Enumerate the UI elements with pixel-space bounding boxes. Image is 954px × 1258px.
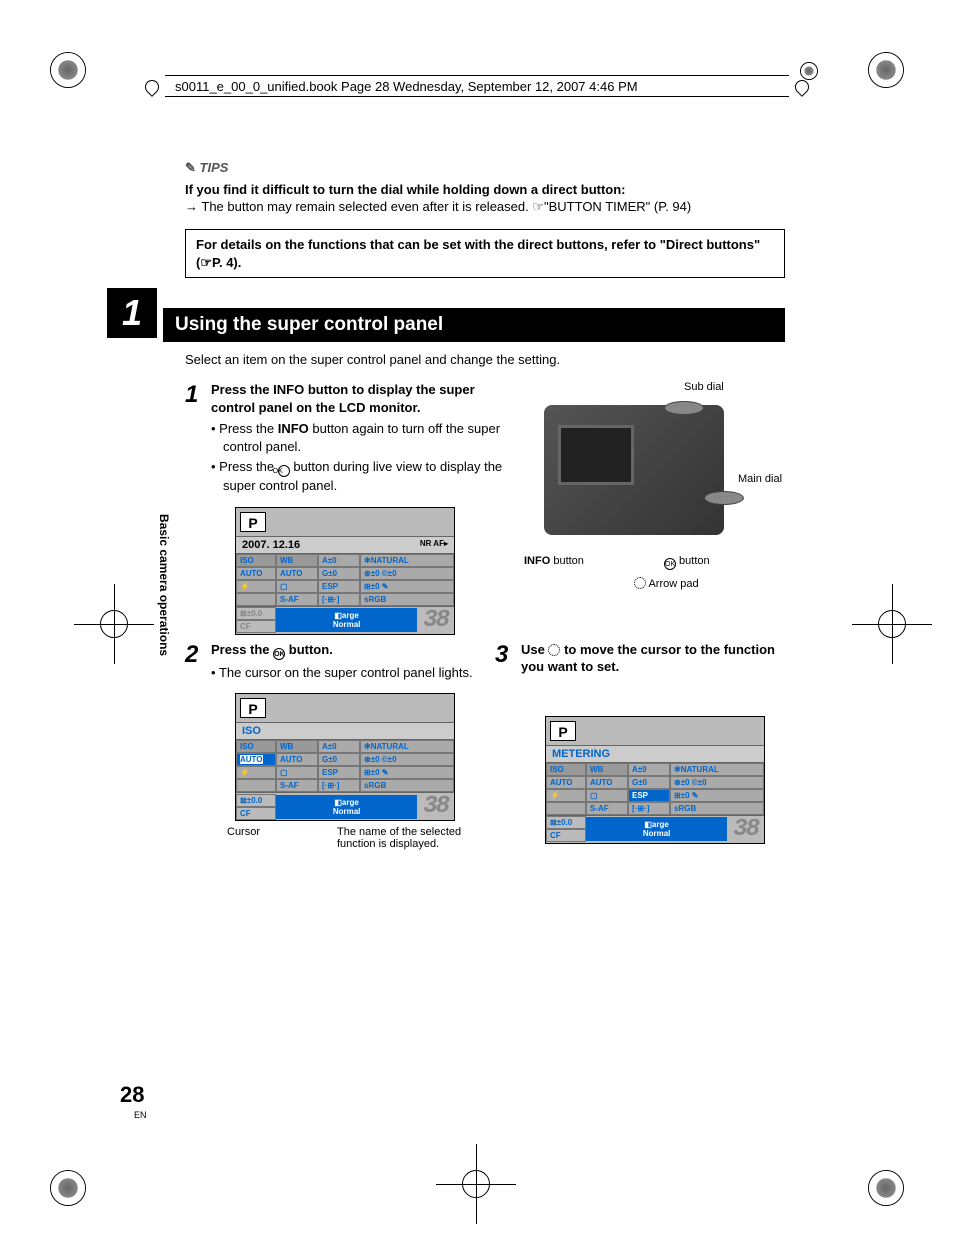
step-2-bullet-1: The cursor on the super control panel li… <box>211 664 475 682</box>
step-1-bullet-1: Press the INFO button again to turn off … <box>211 420 504 455</box>
ok-button-icon: OK <box>664 558 676 570</box>
step-2-heading: Press the OK button. <box>211 641 475 660</box>
main-dial-label: Main dial <box>738 473 782 485</box>
tips-heading: If you find it difficult to turn the dia… <box>185 182 785 197</box>
sub-dial-label: Sub dial <box>684 381 724 393</box>
step-number: 3 <box>495 641 513 844</box>
arrow-pad-label: Arrow pad <box>634 577 699 590</box>
ok-button-icon: OK <box>273 648 285 660</box>
crop-mark <box>800 62 818 80</box>
camera-lcd-illustration <box>558 425 634 485</box>
lcd-mode: P <box>240 512 266 532</box>
side-tab-label: Basic camera operations <box>157 514 171 656</box>
info-button-label: INFO button <box>524 555 584 567</box>
sub-dial-illustration <box>664 401 704 415</box>
lcd-frame-count: 38 <box>417 607 454 634</box>
crop-mark <box>868 1170 904 1206</box>
lcd-panel-3: P METERING ISO WB A±0 ✻NATURAL AUTO AUTO… <box>545 716 765 844</box>
step-number: 2 <box>185 641 203 851</box>
lcd-cursor-cell: AUTO <box>236 753 276 766</box>
alignment-target <box>74 584 154 664</box>
details-callout: For details on the functions that can be… <box>185 229 785 278</box>
chapter-number: 1 <box>107 288 157 338</box>
lcd-panel-2: P ISO ISO WB A±0 ✻NATURAL AUTO AUTO G±0 <box>235 693 455 821</box>
alignment-target <box>852 584 932 664</box>
crop-mark <box>50 52 86 88</box>
alignment-target <box>436 1144 516 1224</box>
lcd-selected-name: ISO <box>242 725 261 737</box>
lcd-mode: P <box>240 698 266 718</box>
crop-mark <box>50 1170 86 1206</box>
step-1-bullet-2: Press the OK button during live view to … <box>211 458 504 495</box>
step-1: 1 Press the INFO button to display the s… <box>185 381 504 635</box>
lcd-panel-1: P 2007. 12.16 NR AF▸ ISO WB A±0 ✻NATURAL… <box>235 507 455 635</box>
filename-line: s0011_e_00_0_unified.book Page 28 Wednes… <box>175 79 638 94</box>
page-language: EN <box>134 1110 147 1120</box>
step-1-heading: Press the INFO button to display the sup… <box>211 381 504 416</box>
cursor-caption: Cursor <box>227 826 307 850</box>
lcd-nr-badge: NR AF▸ <box>420 539 448 551</box>
step-number: 1 <box>185 381 203 635</box>
section-title: Using the super control panel <box>163 308 785 342</box>
crop-mark <box>868 52 904 88</box>
section-intro: Select an item on the super control pane… <box>185 352 785 367</box>
step-3: 3 Use to move the cursor to the function… <box>495 641 785 844</box>
page-header-frame: s0011_e_00_0_unified.book Page 28 Wednes… <box>165 75 789 97</box>
lcd-mode: P <box>550 721 576 741</box>
page-content: TIPS If you find it difficult to turn th… <box>185 160 785 850</box>
tips-body: The button may remain selected even afte… <box>185 199 785 215</box>
step-3-heading: Use to move the cursor to the function y… <box>521 641 785 676</box>
ok-button-label: OK button <box>664 555 710 570</box>
main-dial-illustration <box>704 491 744 505</box>
lcd-frame-count: 38 <box>727 816 764 843</box>
arrow-pad-icon <box>634 577 646 589</box>
step-2: 2 Press the OK button. The cursor on the… <box>185 641 475 851</box>
camera-diagram: Sub dial Main dial INFO button OK button… <box>524 381 784 591</box>
tips-label: TIPS <box>185 160 785 176</box>
arrow-pad-icon <box>548 644 560 656</box>
section-header: 1 Using the super control panel <box>107 308 785 342</box>
page-number: 28 <box>120 1082 144 1108</box>
ok-button-icon: OK <box>278 465 290 477</box>
lcd-selected-name: METERING <box>552 748 610 760</box>
lcd-cursor-cell: ESP <box>628 789 670 802</box>
selected-name-caption: The name of the selected function is dis… <box>337 826 475 850</box>
lcd-frame-count: 38 <box>417 793 454 820</box>
lcd-date: 2007. 12.16 <box>242 539 300 551</box>
